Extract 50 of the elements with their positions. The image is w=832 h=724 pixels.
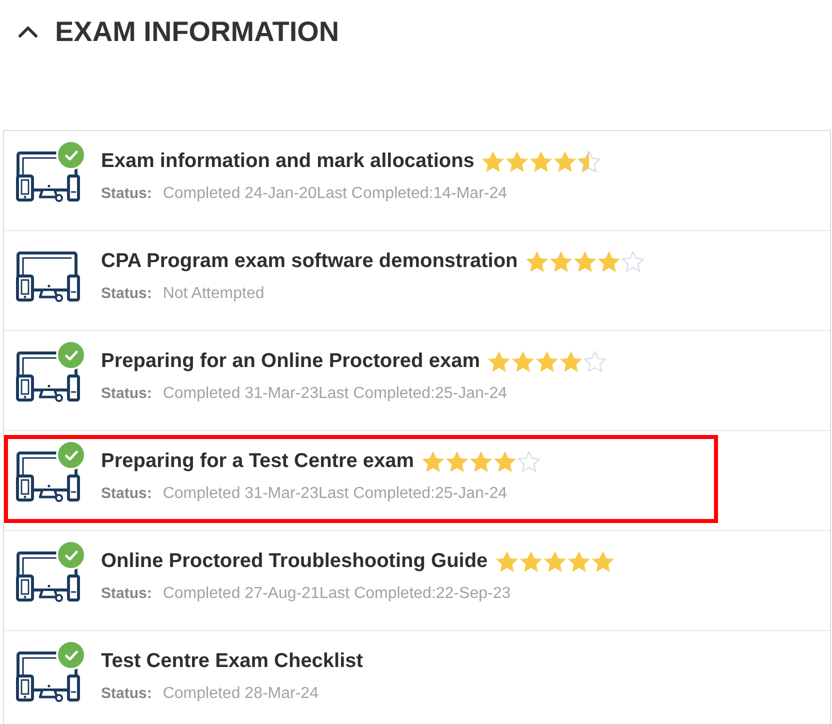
star-icon (488, 350, 510, 372)
computer-devices-icon (16, 651, 80, 702)
status-text: Completed 24-Jan-20Last Completed:14-Mar-24 (162, 184, 508, 204)
computer-devices-icon (16, 351, 80, 402)
star-icon (496, 550, 518, 572)
star-icon (512, 350, 534, 372)
star-icon (530, 150, 552, 172)
star-icon (568, 550, 590, 572)
half-star-icon (578, 150, 600, 172)
star-icon (446, 450, 468, 472)
star-icon (560, 350, 582, 372)
status-text: Not Attempted (162, 284, 264, 304)
star-icon (544, 550, 566, 572)
star-icon (592, 550, 614, 572)
status-text: Completed 27-Aug-21Last Completed:22-Sep-23 (162, 584, 511, 604)
status-label: Status: (101, 384, 152, 404)
computer-devices-icon (16, 551, 80, 602)
course-title-link[interactable]: CPA Program exam software demonstration (101, 247, 518, 275)
star-outline-icon (584, 350, 606, 372)
course-title-link[interactable]: Exam information and mark allocations (101, 147, 474, 175)
computer-devices-icon (16, 451, 80, 502)
star-icon (482, 150, 504, 172)
caret-up-icon[interactable] (18, 26, 38, 38)
star-icon (550, 250, 572, 272)
star-outline-icon (518, 450, 540, 472)
star-icon (526, 250, 548, 272)
status-label: Status: (101, 184, 152, 204)
course-title-link[interactable]: Preparing for a Test Centre exam (101, 447, 414, 475)
star-icon (494, 450, 516, 472)
status-label: Status: (101, 684, 152, 704)
status-label: Status: (101, 584, 152, 604)
star-icon (422, 450, 444, 472)
star-outline-icon (622, 250, 644, 272)
star-icon (598, 250, 620, 272)
star-icon (574, 250, 596, 272)
status-text: Completed 31-Mar-23Last Completed:25-Jan-24 (162, 484, 508, 504)
section-title: EXAM INFORMATION (55, 15, 340, 49)
star-icon (470, 450, 492, 472)
star-icon (536, 350, 558, 372)
star-icon (554, 150, 576, 172)
course-title-link[interactable]: Test Centre Exam Checklist (101, 647, 363, 675)
course-title-link[interactable]: Online Proctored Troubleshooting Guide (101, 547, 488, 575)
status-text: Completed 28-Mar-24 (162, 684, 318, 704)
status-text: Completed 31-Mar-23Last Completed:25-Jan-24 (162, 384, 508, 404)
status-label: Status: (101, 484, 152, 504)
star-icon (506, 150, 528, 172)
course-title-link[interactable]: Preparing for an Online Proctored exam (101, 347, 480, 375)
status-label: Status: (101, 284, 152, 304)
computer-devices-icon (16, 151, 80, 202)
star-icon (520, 550, 542, 572)
